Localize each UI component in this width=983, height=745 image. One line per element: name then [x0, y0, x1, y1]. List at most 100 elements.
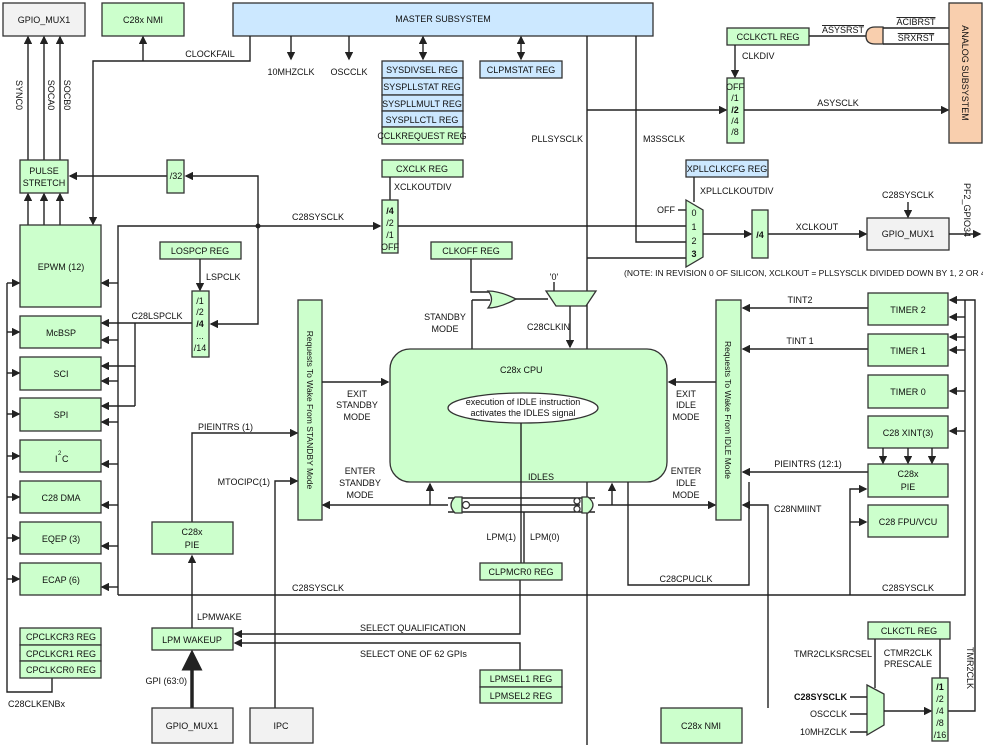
block-label: C28 FPU/VCU — [879, 517, 938, 527]
divider-option: /1 — [936, 682, 944, 692]
block-label: C28x NMI — [123, 15, 163, 25]
c28x-nmi-top-block: C28x NMI — [101, 2, 185, 37]
block-label: C28x NMI — [681, 721, 721, 731]
divider-option: /8 — [936, 718, 944, 728]
signal-label: MODE — [673, 490, 700, 500]
signal-label: STANDBY — [339, 478, 381, 488]
reg-label: CPCLKCR0 REG — [26, 665, 96, 675]
reg-label: LPMSEL2 REG — [490, 691, 553, 701]
block-label: TIMER 0 — [890, 387, 926, 397]
reg-label: SYSDIVSEL REG — [386, 65, 458, 75]
block-label: IPC — [273, 721, 289, 731]
signal-label: C28CLKENBx — [8, 699, 66, 709]
signal-label: 10MHZCLK — [267, 67, 314, 77]
reg-label: CLPMCR0 REG — [488, 567, 553, 577]
block-label: C28 XINT(3) — [883, 428, 934, 438]
reg-label: SYSPLLMULT REG — [382, 99, 462, 109]
block-label: /32 — [170, 171, 183, 181]
signal-label: GPI (63:0) — [145, 676, 187, 686]
gpio-mux1-right-block: GPIO_MUX1 — [866, 217, 950, 251]
standby-wake-bar: Requests To Wake From STANDBY Mode — [297, 299, 323, 521]
signal-label: C28LSPCLK — [131, 311, 182, 321]
reg-label: CLPMSTAT REG — [487, 65, 556, 75]
master-subsystem-block: MASTER SUBSYSTEM — [232, 2, 654, 37]
reg-label: SYSPLLSTAT REG — [383, 82, 461, 92]
xclkout-div4-block: /4 — [751, 209, 769, 259]
signal-label: M3SSCLK — [643, 134, 685, 144]
block-label: execution of IDLE instruction — [466, 397, 581, 407]
signal-label: MODE — [673, 412, 700, 422]
block-label: STRETCH — [23, 178, 66, 188]
divider-option: /2 — [731, 105, 739, 115]
clpmstat-reg: CLPMSTAT REG — [479, 60, 563, 79]
signal-label: EXIT — [347, 389, 368, 399]
divider-option: OFF — [726, 82, 744, 92]
lspclk-divider: /1 /2 /4 ... /14 — [191, 290, 210, 358]
block-label: activates the IDLES signal — [470, 408, 575, 418]
signal-label: LSPCLK — [206, 272, 241, 282]
signal-label: TINT2 — [787, 295, 812, 305]
reg-label: CXCLK REG — [396, 164, 448, 174]
revision-note: (NOTE: IN REVISION 0 OF SILICON, XCLKOUT… — [624, 268, 983, 278]
mux-input: 0 — [691, 208, 696, 218]
divider-option: /1 — [386, 230, 394, 240]
signal-label: XCLKOUTDIV — [394, 182, 452, 192]
lpm-wakeup-block: LPM WAKEUP — [151, 627, 234, 651]
signal-label: TMR2CLK — [965, 647, 975, 689]
block-label: McBSP — [46, 328, 76, 338]
block-label: TIMER 2 — [890, 305, 926, 315]
reg-label: SYSPLLCTL REG — [386, 115, 459, 125]
xclkout-mux: 0 1 2 3 — [685, 198, 704, 269]
divider-option: /1 — [731, 93, 739, 103]
signal-label: OFF — [657, 205, 675, 215]
block-label: EQEP (3) — [42, 534, 80, 544]
block-label: SCI — [53, 369, 68, 379]
signal-label: C28CLKIN — [527, 322, 570, 332]
divider-option: /2 — [936, 694, 944, 704]
signal-label: C28SYSCLK — [292, 583, 344, 593]
signal-label: XPLLCLKOUTDIV — [700, 186, 774, 196]
signal-label: C28SYSCLK — [882, 583, 934, 593]
divider-option: /14 — [194, 343, 207, 353]
block-label: SPI — [54, 410, 69, 420]
signal-label: OSCCLK — [810, 709, 847, 719]
signal-label: PLLSYSCLK — [531, 134, 583, 144]
signal-label: C28SYSCLK — [882, 190, 934, 200]
clock-mux-icon — [544, 290, 598, 307]
gpio-mux1-top-block: GPIO_MUX1 — [2, 2, 86, 37]
divider-option: /2 — [386, 218, 394, 228]
signal-label: MODE — [347, 490, 374, 500]
block-label: Requests To Wake From IDLE Mode — [723, 341, 733, 479]
block-label: LPM WAKEUP — [162, 635, 222, 645]
signal-label: CLOCKFAIL — [185, 49, 235, 59]
block-label: Requests To Wake From STANDBY Mode — [305, 331, 315, 490]
divider-option: /4 — [196, 319, 204, 329]
block-label: ECAP (6) — [42, 575, 80, 585]
signal-label: LPM(1) — [486, 532, 516, 542]
reg-label: CPCLKCR3 REG — [26, 632, 96, 642]
lospcp-reg: LOSPCP REG — [159, 241, 242, 260]
signal-label: C28NMIINT — [774, 504, 822, 514]
signal-label: OSCCLK — [330, 67, 367, 77]
tmr2-prescale-divider: /1 /2 /4 /8 /16 — [931, 677, 949, 742]
signal-label: PRESCALE — [884, 659, 932, 669]
signal-label: SELECT QUALIFICATION — [360, 623, 466, 633]
block-label: GPIO_MUX1 — [166, 721, 219, 731]
signal-label: PF2_GPIO34 — [962, 183, 972, 237]
signal-label: CLKDIV — [742, 51, 775, 61]
gpio-mux1-bottom-block: GPIO_MUX1 — [151, 707, 234, 744]
divider-option: /4 — [936, 706, 944, 716]
idle-wake-bar: Requests To Wake From IDLE Mode — [715, 299, 742, 521]
divider-option: /16 — [934, 730, 947, 740]
divider-option: /4 — [731, 116, 739, 126]
signal-label: SOCB0 — [62, 80, 72, 111]
block-label: EPWM (12) — [38, 262, 85, 272]
signal-label: XCLKOUT — [796, 222, 839, 232]
signal-label: IDLES — [528, 472, 554, 482]
signal-label: ENTER — [345, 466, 376, 476]
block-label: PIE — [185, 540, 200, 550]
reg-label: CCLKCTL REG — [737, 32, 800, 42]
asysclk-divider: OFF /1 /2 /4 /8 — [726, 77, 745, 144]
signal-label: LPMWAKE — [197, 612, 242, 622]
c28-clocking-diagram: GPIO_MUX1 C28x NMI MASTER SUBSYSTEM SYNC… — [2, 2, 983, 745]
